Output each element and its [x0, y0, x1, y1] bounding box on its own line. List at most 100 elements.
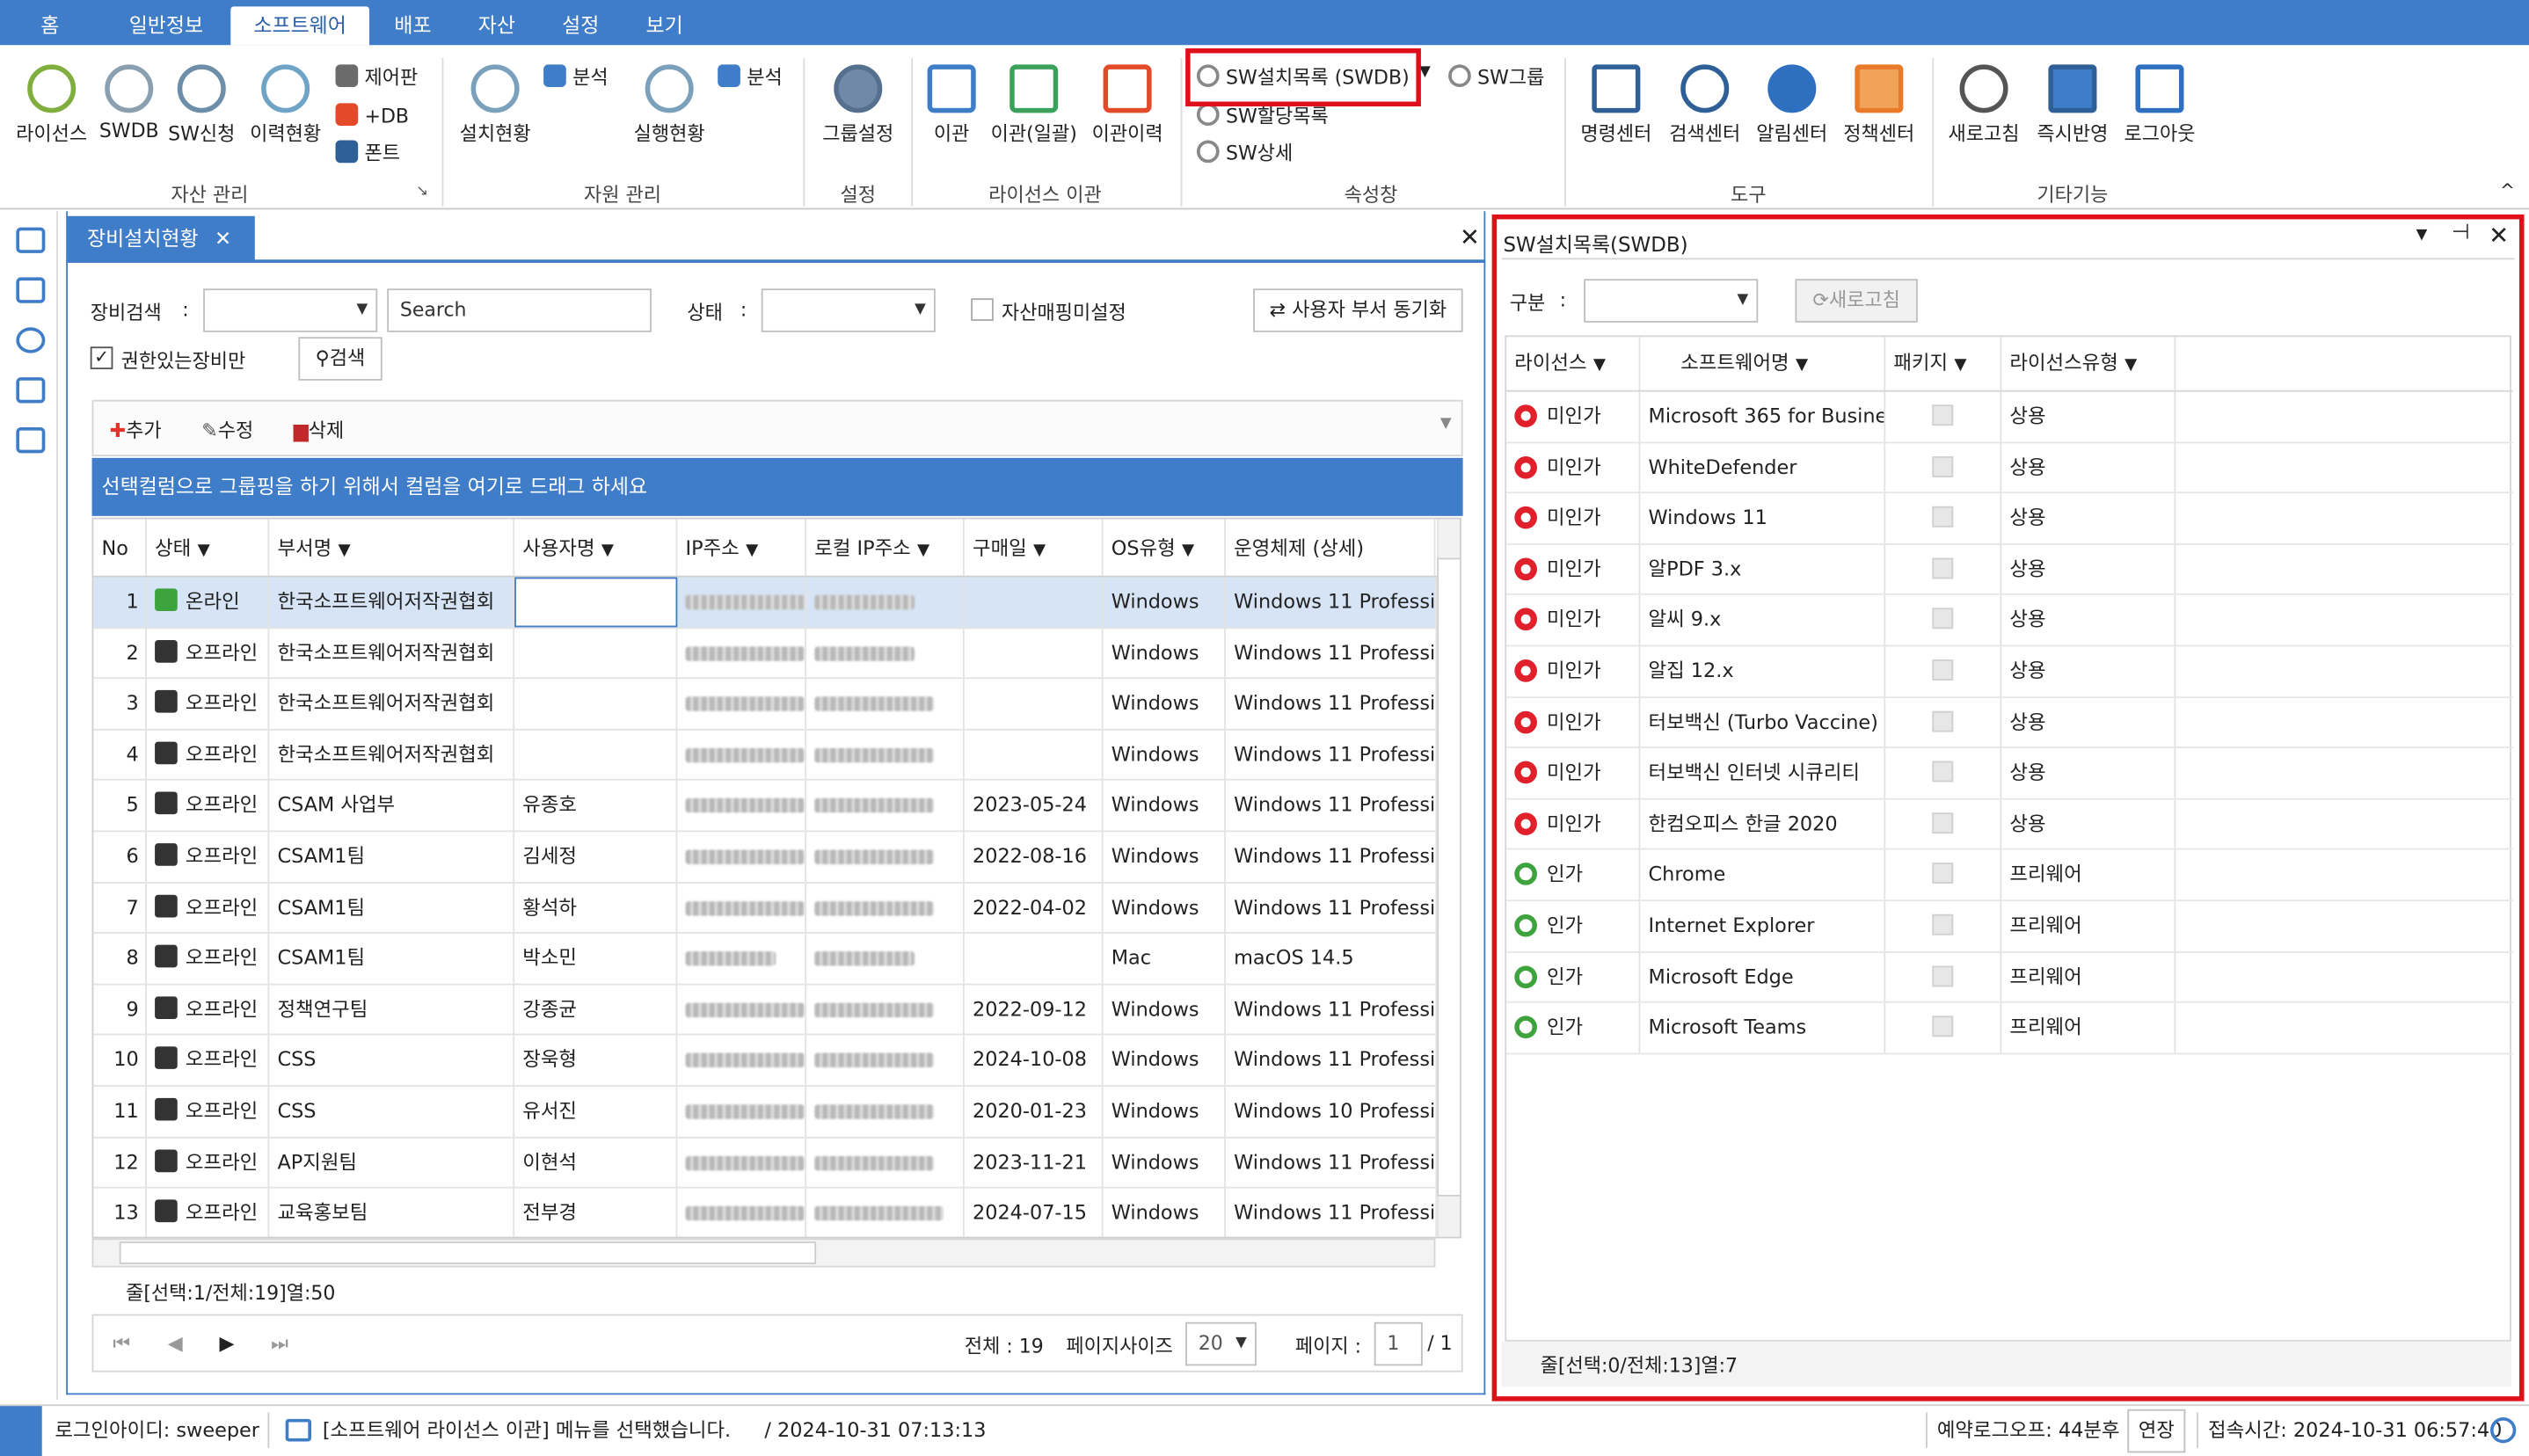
filter-icon[interactable]: ▼: [1033, 542, 1046, 559]
table-row[interactable]: 5 오프라인 CSAM 사업부 유종호 2023-05-24 Windows Windows…: [93, 781, 1460, 833]
asset-mapping-checkbox[interactable]: [971, 298, 994, 321]
transfer-bulk-button[interactable]: 이관(일괄): [988, 64, 1081, 147]
analysis-button-2[interactable]: 분석: [718, 62, 783, 94]
filter-icon[interactable]: ▼: [746, 542, 758, 559]
col-state[interactable]: 상태 ▼: [147, 519, 270, 576]
package-checkbox[interactable]: [1932, 761, 1954, 783]
page-size-select[interactable]: 20: [1185, 1321, 1257, 1366]
close-icon[interactable]: ✕: [215, 226, 231, 251]
chevron-down-icon[interactable]: ▼: [1419, 64, 1431, 80]
device-search-type-select[interactable]: [203, 288, 378, 332]
group-settings-button[interactable]: 그룹설정: [814, 64, 901, 147]
list-item[interactable]: 미인가 터보백신 인터넷 시큐리티 상용: [1506, 748, 2513, 800]
pane-menu-icon[interactable]: ▼: [2416, 228, 2428, 244]
tab-software[interactable]: 소프트웨어: [230, 6, 370, 46]
analysis-button-1[interactable]: 분석: [543, 62, 609, 94]
menu-icon[interactable]: [0, 1406, 42, 1456]
edit-button[interactable]: ✎수정: [201, 416, 253, 443]
col-purchase-date[interactable]: 구매일 ▼: [965, 519, 1104, 576]
package-checkbox[interactable]: [1932, 812, 1954, 834]
table-row[interactable]: 13 오프라인 교육홍보팀 전부경 2024-07-15 Windows Windows 1…: [93, 1188, 1460, 1237]
transfer-button[interactable]: 이관: [919, 64, 983, 147]
table-row[interactable]: 3 오프라인 한국소프트웨어저작권협회 Windows Windows 11 Profe…: [93, 679, 1460, 731]
install-status-button[interactable]: 설치현황: [452, 64, 539, 147]
list-item[interactable]: 인가 Internet Explorer 프리웨어: [1506, 901, 2513, 953]
table-row[interactable]: 11 오프라인 CSS 유서진 2020-01-23 Windows Windows 10 …: [93, 1087, 1460, 1138]
table-row[interactable]: 12 오프라인 AP지원팀 이현석 2023-11-21 Windows Windows 1…: [93, 1137, 1460, 1189]
list-item[interactable]: 인가 Microsoft Teams 프리웨어: [1506, 1003, 2513, 1054]
tab-asset[interactable]: 자산: [464, 6, 528, 45]
filter-icon[interactable]: ▼: [2125, 356, 2137, 374]
col-os-type[interactable]: OS유형 ▼: [1104, 519, 1226, 576]
filter-icon[interactable]: ▼: [1796, 356, 1808, 374]
db-button[interactable]: +DB: [335, 100, 409, 133]
category-select[interactable]: [1584, 279, 1759, 323]
group-by-panel[interactable]: 선택컬럼으로 그룹핑을 하기 위해서 컬럼을 여기로 드래그 하세요: [91, 457, 1463, 516]
sw-request-button[interactable]: SW신청: [164, 64, 238, 147]
table-row[interactable]: 10 오프라인 CSS 장욱형 2024-10-08 Windows Windows 11 …: [93, 1036, 1460, 1088]
filter-icon[interactable]: ▼: [917, 542, 929, 559]
table-row[interactable]: 4 오프라인 한국소프트웨어저작권협회 Windows Windows 11 Profe…: [93, 730, 1460, 782]
connection-icon[interactable]: [2489, 1416, 2517, 1444]
filter-icon[interactable]: ▼: [1182, 542, 1194, 559]
authorized-only-checkbox[interactable]: ✓: [90, 346, 113, 369]
extend-button[interactable]: 연장: [2127, 1409, 2186, 1453]
list-item[interactable]: 미인가 알PDF 3.x 상용: [1506, 544, 2513, 596]
list-item[interactable]: 미인가 알씨 9.x 상용: [1506, 595, 2513, 647]
col-software-name[interactable]: 소프트웨어명 ▼: [1640, 337, 1886, 390]
filter-icon[interactable]: ▼: [1954, 356, 1966, 374]
list-item[interactable]: 인가 Microsoft Edge 프리웨어: [1506, 952, 2513, 1004]
tab-settings[interactable]: 설정: [549, 6, 613, 45]
table-row[interactable]: 1 온라인 한국소프트웨어저작권협회 Windows Windows 11 Profes…: [93, 577, 1460, 629]
table-row[interactable]: 2 오프라인 한국소프트웨어저작권협회 Windows Windows 11 Profe…: [93, 628, 1460, 680]
list-item[interactable]: 미인가 터보백신 (Turbo Vaccine) 상용: [1506, 697, 2513, 749]
search-center-button[interactable]: 검색센터: [1661, 64, 1748, 147]
state-select[interactable]: [761, 288, 936, 332]
font-button[interactable]: 폰트: [335, 137, 400, 170]
page-input[interactable]: 1: [1374, 1321, 1423, 1366]
tab-device-install-status[interactable]: 장비설치현황 ✕: [68, 215, 255, 262]
row-user[interactable]: [514, 577, 678, 627]
filter-icon[interactable]: ▼: [198, 542, 210, 559]
list-item[interactable]: 미인가 WhiteDefender 상용: [1506, 442, 2513, 494]
network-icon[interactable]: [16, 277, 46, 303]
control-panel-button[interactable]: 제어판: [335, 62, 418, 94]
package-checkbox[interactable]: [1932, 506, 1954, 528]
list-item[interactable]: 미인가 알집 12.x 상용: [1506, 646, 2513, 698]
col-license-type[interactable]: 라이선스유형 ▼: [2001, 337, 2176, 390]
transfer-history-button[interactable]: 이관이력: [1084, 64, 1171, 147]
refresh-button[interactable]: 새로고침: [1941, 64, 2028, 147]
package-checkbox[interactable]: [1932, 863, 1954, 885]
filter-icon[interactable]: ▼: [601, 542, 614, 559]
package-checkbox[interactable]: [1932, 914, 1954, 935]
package-checkbox[interactable]: [1932, 710, 1954, 732]
h-scroll-thumb[interactable]: [119, 1241, 817, 1264]
toolbar-menu-icon[interactable]: ▼: [1440, 416, 1452, 432]
package-checkbox[interactable]: [1932, 1016, 1954, 1037]
close-pane-icon[interactable]: ✕: [1460, 222, 1480, 251]
table-row[interactable]: 8 오프라인 CSAM1팀 박소민 Mac macOS 14.5: [93, 934, 1460, 986]
col-package[interactable]: 패키지 ▼: [1885, 337, 2002, 390]
dialog-launcher-icon[interactable]: ↘: [416, 184, 428, 200]
table-row[interactable]: 9 오프라인 정책연구팀 강종균 2022-09-12 Windows Windows 11…: [93, 985, 1460, 1037]
package-checkbox[interactable]: [1932, 659, 1954, 681]
globe-icon[interactable]: [16, 327, 46, 353]
command-center-button[interactable]: 명령센터: [1574, 64, 1658, 147]
next-page-icon[interactable]: ▶: [219, 1332, 234, 1355]
sync-dept-button[interactable]: ⇄ 사용자 부서 동기화: [1253, 288, 1463, 332]
add-button[interactable]: ✚추가: [110, 416, 162, 443]
col-os-detail[interactable]: 운영체제 (상세): [1226, 519, 1436, 576]
search-button[interactable]: ⚲검색: [298, 337, 383, 381]
package-checkbox[interactable]: [1932, 965, 1954, 986]
list-item[interactable]: 미인가 한컴오피스 한글 2020 상용: [1506, 799, 2513, 851]
sw-group-button[interactable]: SW그룹: [1448, 62, 1544, 94]
col-dept[interactable]: 부서명 ▼: [269, 519, 515, 576]
package-checkbox[interactable]: [1932, 557, 1954, 579]
filter-icon[interactable]: ▼: [1593, 356, 1606, 374]
tab-general-info[interactable]: 일반정보: [113, 6, 219, 45]
pin-icon[interactable]: ⊣: [2452, 221, 2470, 245]
package-checkbox[interactable]: [1932, 455, 1954, 477]
table-row[interactable]: 7 오프라인 CSAM1팀 황석하 2022-04-02 Windows Windows 1…: [93, 883, 1460, 935]
tab-view[interactable]: 보기: [632, 6, 696, 45]
list-item[interactable]: 인가 Chrome 프리웨어: [1506, 850, 2513, 902]
